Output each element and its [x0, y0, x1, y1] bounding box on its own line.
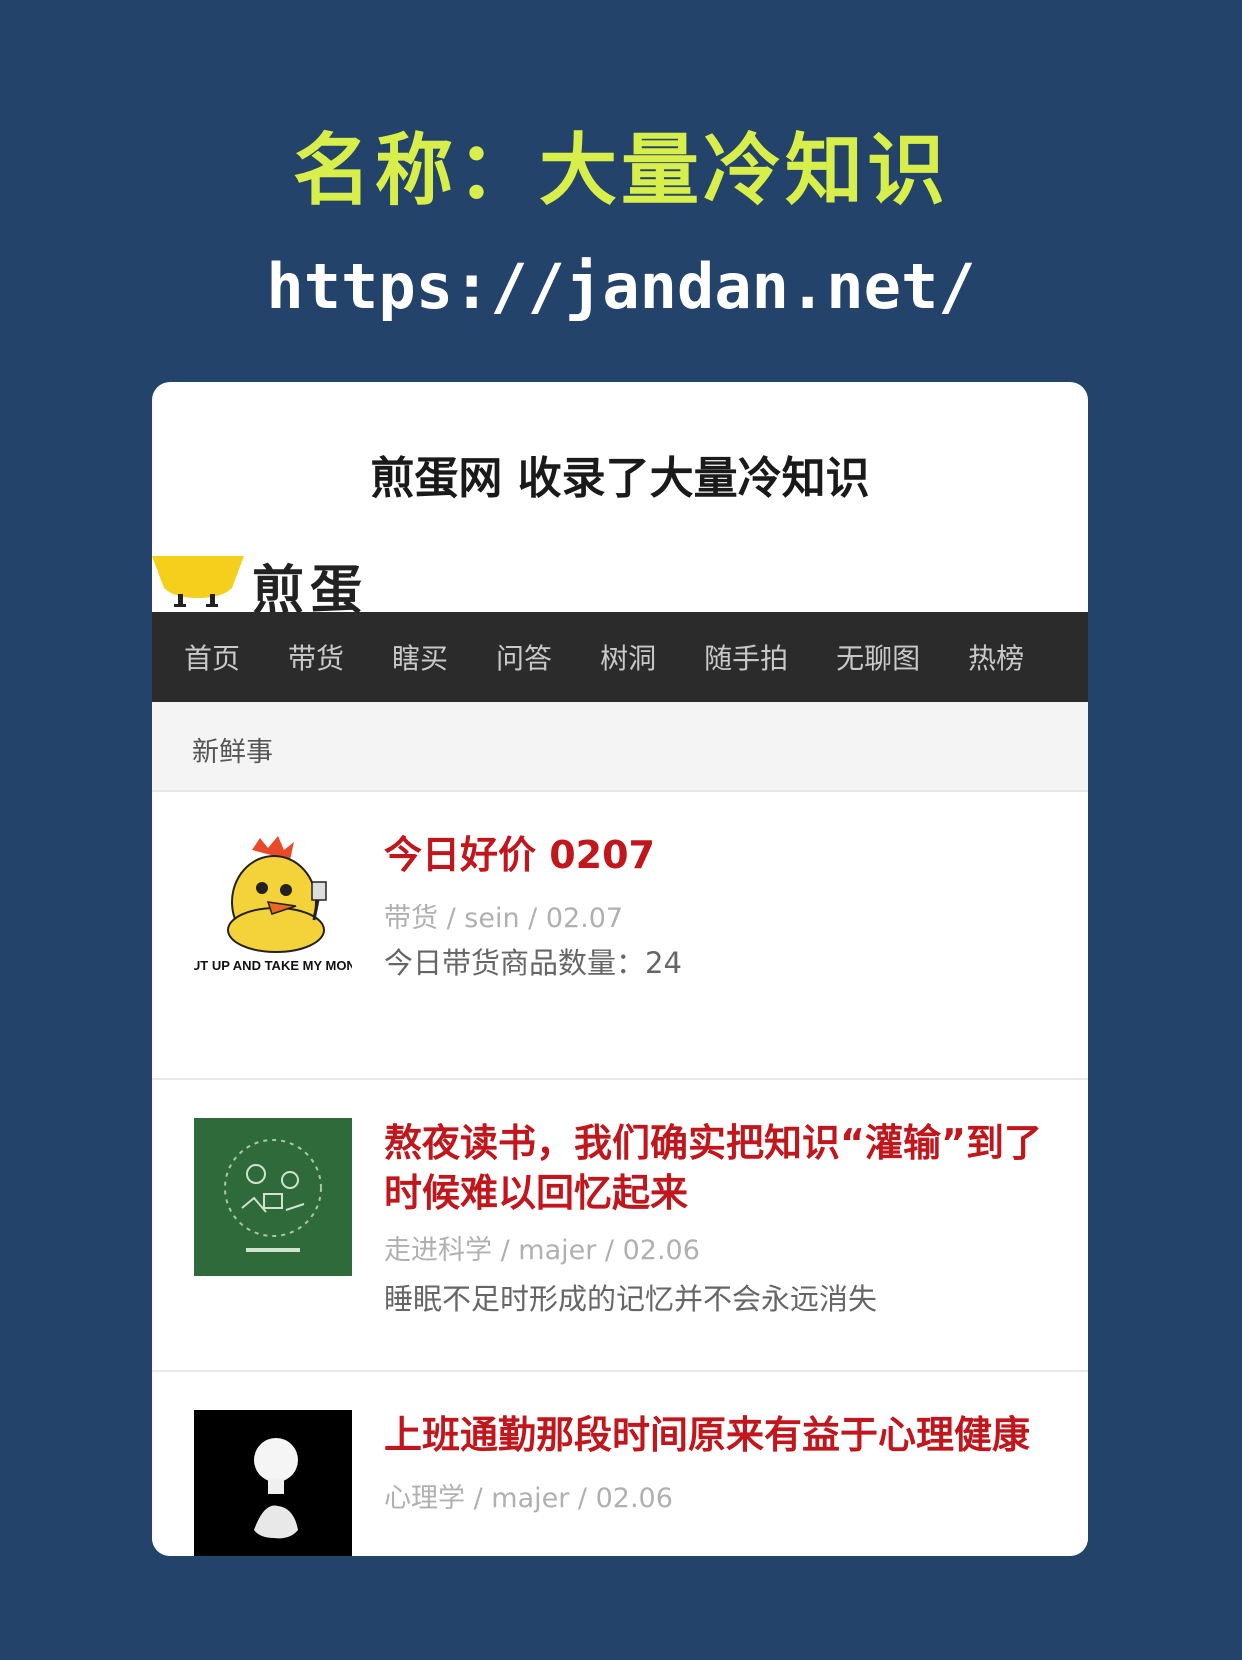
- lightbulb-icon: [194, 1410, 352, 1556]
- post-title[interactable]: 熬夜读书，我们确实把知识“灌输”到了 时候难以回忆起来: [384, 1118, 1088, 1218]
- post-title-line: 熬夜读书，我们确实把知识“灌输”到了: [384, 1121, 1042, 1165]
- section-bar: 新鲜事: [152, 702, 1088, 792]
- post-title[interactable]: 上班通勤那段时间原来有益于心理健康: [384, 1410, 1088, 1460]
- mascot-caption: SHUT UP AND TAKE MY MONEY: [194, 958, 352, 973]
- egg-logo-icon: [152, 556, 244, 607]
- site-brand[interactable]: 煎蛋: [152, 550, 1088, 621]
- nav-item-snapshots[interactable]: 随手拍: [704, 637, 788, 677]
- post-thumbnail[interactable]: [194, 1118, 352, 1276]
- post-thumbnail[interactable]: [194, 1410, 352, 1556]
- poster-title: 名称：大量冷知识: [292, 126, 949, 216]
- post-title-line: 时候难以回忆起来: [384, 1171, 689, 1215]
- post-title[interactable]: 今日好价 0207: [384, 830, 1088, 880]
- post-thumbnail[interactable]: SHUT UP AND TAKE MY MONEY: [194, 832, 352, 990]
- chick-mascot-icon: SHUT UP AND TAKE MY MONEY: [194, 832, 352, 990]
- poster-url[interactable]: https://jandan.net/: [0, 250, 1242, 323]
- nav-item-xiamai[interactable]: 瞎买: [392, 637, 448, 677]
- nav-item-treehole[interactable]: 树洞: [600, 637, 656, 677]
- post-excerpt: 睡眠不足时形成的记忆并不会永远消失: [384, 1282, 878, 1316]
- post-item[interactable]: SHUT UP AND TAKE MY MONEY 今日好价 0207 带货 /…: [152, 792, 1088, 1080]
- chalkboard-icon: [194, 1118, 352, 1276]
- post-meta: 心理学 / majer / 02.06: [384, 1483, 673, 1514]
- nav-item-home[interactable]: 首页: [184, 637, 240, 677]
- card-heading: 煎蛋网 收录了大量冷知识: [370, 453, 870, 504]
- nav-item-qa[interactable]: 问答: [496, 637, 552, 677]
- nav-item-daihuo[interactable]: 带货: [288, 637, 344, 677]
- post-excerpt: 今日带货商品数量：24: [384, 946, 682, 980]
- post-item[interactable]: 熬夜读书，我们确实把知识“灌输”到了 时候难以回忆起来 走进科学 / majer…: [152, 1080, 1088, 1372]
- nav-item-boring-pics[interactable]: 无聊图: [836, 637, 920, 677]
- screenshot-card: 煎蛋网 收录了大量冷知识 煎蛋 首页 带货 瞎买 问答 树洞 随手拍 无聊图 热…: [152, 382, 1088, 1556]
- post-meta: 带货 / sein / 02.07: [384, 903, 624, 934]
- post-meta: 走进科学 / majer / 02.06: [384, 1235, 700, 1266]
- post-item[interactable]: 上班通勤那段时间原来有益于心理健康 心理学 / majer / 02.06: [152, 1372, 1088, 1556]
- nav-bar: 首页 带货 瞎买 问答 树洞 随手拍 无聊图 热榜: [152, 612, 1088, 702]
- section-label[interactable]: 新鲜事: [192, 730, 273, 769]
- nav-item-hot[interactable]: 热榜: [968, 637, 1024, 677]
